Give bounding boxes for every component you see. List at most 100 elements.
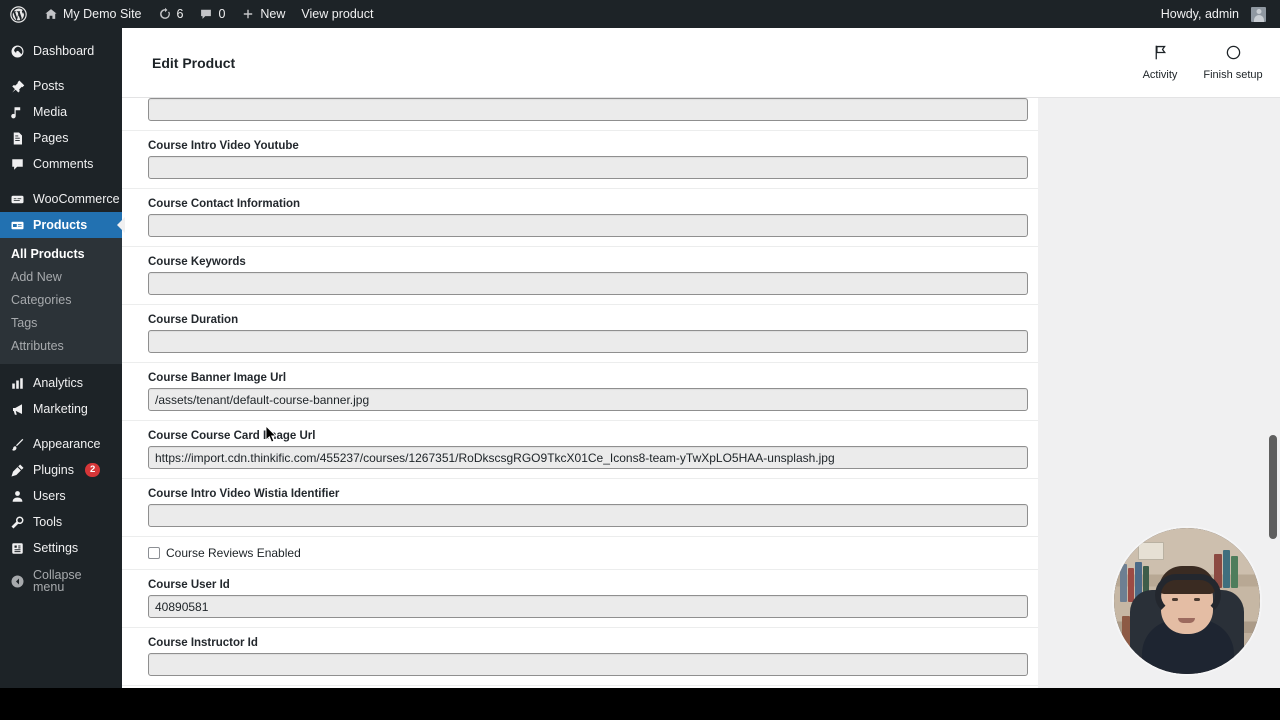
products-submenu[interactable]: All Products Add New Categories Tags Att… [0, 238, 122, 364]
sidebar-item-dashboard[interactable]: Dashboard [0, 38, 122, 64]
dashboard-icon [9, 43, 25, 59]
vertical-scrollbar[interactable] [1265, 98, 1280, 720]
checkbox-label: Course Reviews Enabled [166, 546, 301, 560]
sidebar-item-marketing[interactable]: Marketing [0, 396, 122, 422]
sidebar-item-label: Posts [33, 78, 65, 93]
sidebar-subitem-tags[interactable]: Tags [0, 312, 122, 335]
howdy-account-button[interactable]: Howdy, admin [1153, 0, 1274, 28]
tools-icon [9, 514, 25, 530]
woocommerce-icon [9, 191, 25, 207]
sidebar-subitem-attributes[interactable]: Attributes [0, 335, 122, 358]
bookshelf-item [1223, 550, 1230, 588]
course-intro-video-youtube-input[interactable] [148, 156, 1028, 179]
headphones-icon [1155, 574, 1221, 616]
circle-icon [1225, 44, 1242, 64]
products-icon [9, 217, 25, 233]
users-icon [9, 488, 25, 504]
course-reviews-enabled-checkbox[interactable] [148, 547, 160, 559]
sidebar-item-label: Tools [33, 514, 63, 529]
field-label: Course Course Card Image Url [148, 430, 316, 442]
site-name-label: My Demo Site [63, 7, 142, 21]
sidebar-item-label: Marketing [33, 401, 88, 416]
megaphone-icon [9, 401, 25, 417]
active-menu-arrow-icon [117, 217, 125, 233]
sidebar-subitem-add-new[interactable]: Add New [0, 266, 122, 289]
home-icon [44, 7, 58, 21]
field-label: Course Contact Information [148, 198, 301, 210]
comment-icon [199, 7, 213, 21]
field-row [122, 98, 1038, 131]
activity-button[interactable]: Activity [1126, 44, 1194, 81]
sidebar-item-label: Appearance [33, 436, 101, 451]
view-product-button[interactable]: View product [293, 0, 381, 28]
plugins-update-badge: 2 [85, 463, 101, 477]
sidebar-item-tools[interactable]: Tools [0, 509, 122, 535]
sidebar-item-posts[interactable]: Posts [0, 73, 122, 99]
flag-icon [1152, 44, 1169, 64]
sidebar-item-label: Users [33, 488, 66, 503]
sidebar-item-appearance[interactable]: Appearance [0, 431, 122, 457]
screen: My Demo Site 6 0 New View product Howdy,… [0, 0, 1280, 720]
sidebar-item-label: Collapse menu [33, 567, 82, 594]
field-row-course-duration: Course Duration [122, 305, 1038, 363]
course-banner-image-url-input[interactable] [148, 388, 1028, 411]
updates-button[interactable]: 6 [150, 0, 192, 28]
activity-label: Activity [1142, 69, 1178, 81]
admin-bar-right: Howdy, admin [1153, 0, 1280, 28]
field-row-course-contact-information: Course Contact Information [122, 189, 1038, 247]
finish-setup-button[interactable]: Finish setup [1194, 44, 1272, 81]
header-actions: Activity Finish setup [1126, 44, 1280, 81]
course-reviews-enabled-checkbox-row[interactable]: Course Reviews Enabled [130, 537, 1030, 569]
wp-admin-bar: My Demo Site 6 0 New View product Howdy,… [0, 0, 1280, 28]
comments-button[interactable]: 0 [191, 0, 233, 28]
course-keywords-input[interactable] [148, 272, 1028, 295]
bookshelf-item [1120, 564, 1127, 602]
sidebar-item-label: Products [33, 217, 88, 232]
course-instructor-id-input[interactable] [148, 653, 1028, 676]
updates-count: 6 [176, 7, 184, 21]
sidebar-subitem-all-products[interactable]: All Products [0, 243, 122, 266]
course-course-card-image-url-input[interactable] [148, 446, 1028, 469]
person-eye [1172, 598, 1178, 601]
comments-icon [9, 156, 25, 172]
sidebar-item-settings[interactable]: Settings [0, 535, 122, 561]
sidebar-item-analytics[interactable]: Analytics [0, 370, 122, 396]
sidebar-item-woocommerce[interactable]: WooCommerce [0, 186, 122, 212]
avatar [1251, 6, 1266, 22]
picture-frame [1138, 542, 1164, 560]
course-duration-input[interactable] [148, 330, 1028, 353]
course-intro-video-wistia-identifier-input[interactable] [148, 504, 1028, 527]
sidebar-item-users[interactable]: Users [0, 483, 122, 509]
field-label: Course Duration [148, 314, 239, 326]
course-contact-information-input[interactable] [148, 214, 1028, 237]
partial-field-input[interactable] [148, 98, 1028, 121]
scrollbar-thumb[interactable] [1269, 435, 1277, 539]
sidebar-item-label: WooCommerce [33, 191, 120, 206]
sidebar-item-collapse-menu[interactable]: Collapse menu [0, 568, 122, 594]
sidebar-item-media[interactable]: Media [0, 99, 122, 125]
field-row-course-intro-video-wistia-identifier: Course Intro Video Wistia Identifier [122, 479, 1038, 537]
comments-count: 0 [218, 7, 226, 21]
howdy-label: Howdy, admin [1160, 7, 1239, 21]
view-product-label: View product [301, 7, 374, 21]
sidebar-item-pages[interactable]: Pages [0, 125, 122, 151]
person-mouth [1178, 618, 1195, 623]
site-name-button[interactable]: My Demo Site [36, 0, 150, 28]
new-content-button[interactable]: New [233, 0, 293, 28]
course-user-id-input[interactable] [148, 595, 1028, 618]
wordpress-icon [10, 5, 27, 23]
field-row-course-instructor-id: Course Instructor Id [122, 628, 1038, 686]
bookshelf-item [1231, 556, 1238, 588]
sidebar-subitem-categories[interactable]: Categories [0, 289, 122, 312]
pages-icon [9, 130, 25, 146]
sidebar-item-products[interactable]: Products [0, 212, 125, 238]
sidebar-item-comments[interactable]: Comments [0, 151, 122, 177]
wordpress-logo-button[interactable] [0, 0, 36, 28]
finish-setup-label: Finish setup [1203, 69, 1263, 81]
sidebar-item-plugins[interactable]: Plugins 2 [0, 457, 122, 483]
brush-icon [9, 436, 25, 452]
admin-sidebar-menu[interactable]: Dashboard Posts Media Pages Comments Woo… [0, 28, 125, 688]
field-label: Course Intro Video Wistia Identifier [148, 488, 340, 500]
field-row-course-banner-image-url: Course Banner Image Url [122, 363, 1038, 421]
mouse-cursor [265, 424, 278, 444]
